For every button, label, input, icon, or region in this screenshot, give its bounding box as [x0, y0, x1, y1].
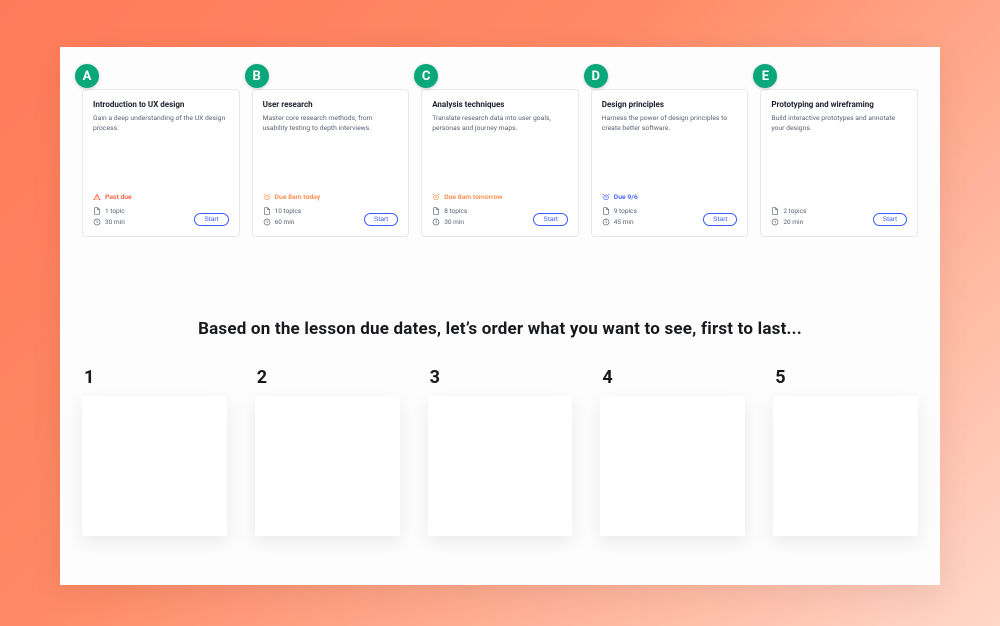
lesson-card-d[interactable]: D Design principles Harness the power of…: [591, 89, 749, 237]
document-icon: [93, 207, 101, 215]
card-badge: D: [584, 64, 608, 88]
start-button[interactable]: Start: [364, 213, 398, 226]
alarm-icon: [602, 193, 610, 201]
due-label: Due 9/6: [614, 193, 638, 201]
card-title: Design principles: [602, 100, 738, 110]
card-description: Harness the power of design principles t…: [602, 114, 738, 132]
clock-icon: [432, 218, 440, 226]
topics-label: 9 topics: [614, 207, 637, 215]
card-meta: 10 topics 60 min: [263, 207, 302, 226]
card-meta: 9 topics 45 min: [602, 207, 637, 226]
slot-dropzone[interactable]: [600, 396, 745, 536]
card-badge: C: [414, 64, 438, 88]
order-slots-row: 1 2 3 4 5: [82, 367, 918, 536]
slot-number: 3: [428, 367, 573, 388]
document-icon: [602, 207, 610, 215]
lesson-card-a[interactable]: A Introduction to UX design Gain a deep …: [82, 89, 240, 237]
card-title: Prototyping and wireframing: [771, 100, 907, 110]
start-button[interactable]: Start: [533, 213, 567, 226]
lesson-cards-row: A Introduction to UX design Gain a deep …: [82, 89, 918, 237]
canvas: A Introduction to UX design Gain a deep …: [60, 47, 940, 585]
card-description: Master core research methods, from usabi…: [263, 114, 399, 132]
card-meta: 8 topics 30 min: [432, 207, 467, 226]
slot-number: 1: [82, 367, 227, 388]
topics-label: 2 topics: [783, 207, 806, 215]
due-status: Past due: [93, 193, 229, 201]
document-icon: [263, 207, 271, 215]
slot-dropzone[interactable]: [255, 396, 400, 536]
card-badge: A: [75, 64, 99, 88]
order-slot-5[interactable]: 5: [773, 367, 918, 536]
order-slot-3[interactable]: 3: [428, 367, 573, 536]
slot-number: 5: [773, 367, 918, 388]
card-title: Analysis techniques: [432, 100, 568, 110]
card-meta: 1 topic 30 min: [93, 207, 125, 226]
card-description: Translate research data into user goals,…: [432, 114, 568, 132]
slot-dropzone[interactable]: [428, 396, 573, 536]
prompt-text: Based on the lesson due dates, let’s ord…: [60, 319, 940, 339]
topics-label: 8 topics: [444, 207, 467, 215]
due-status: Due 8am today: [263, 193, 399, 201]
duration-label: 60 min: [275, 218, 295, 226]
start-button[interactable]: Start: [873, 213, 907, 226]
duration-label: 30 min: [105, 218, 125, 226]
slot-dropzone[interactable]: [82, 396, 227, 536]
clock-icon: [263, 218, 271, 226]
slot-dropzone[interactable]: [773, 396, 918, 536]
card-badge: B: [245, 64, 269, 88]
topics-label: 10 topics: [275, 207, 302, 215]
due-status: Due 8am tomorrow: [432, 193, 568, 201]
card-description: Gain a deep understanding of the UX desi…: [93, 114, 229, 132]
start-button[interactable]: Start: [703, 213, 737, 226]
due-label: Past due: [105, 193, 132, 201]
start-button[interactable]: Start: [194, 213, 228, 226]
duration-label: 30 min: [444, 218, 464, 226]
lesson-card-c[interactable]: C Analysis techniques Translate research…: [421, 89, 579, 237]
card-meta: 2 topics 20 min: [771, 207, 806, 226]
clock-icon: [771, 218, 779, 226]
order-slot-4[interactable]: 4: [600, 367, 745, 536]
duration-label: 45 min: [614, 218, 634, 226]
clock-icon: [93, 218, 101, 226]
order-slot-1[interactable]: 1: [82, 367, 227, 536]
alarm-icon: [432, 193, 440, 201]
lesson-card-e[interactable]: E Prototyping and wireframing Build inte…: [760, 89, 918, 237]
document-icon: [432, 207, 440, 215]
card-title: User research: [263, 100, 399, 110]
slot-number: 4: [600, 367, 745, 388]
due-label: Due 8am tomorrow: [444, 193, 502, 201]
warning-icon: [93, 193, 101, 201]
card-badge: E: [753, 64, 777, 88]
slot-number: 2: [255, 367, 400, 388]
clock-icon: [602, 218, 610, 226]
card-description: Build interactive prototypes and annotat…: [771, 114, 907, 132]
document-icon: [771, 207, 779, 215]
due-status: Due 9/6: [602, 193, 738, 201]
card-title: Introduction to UX design: [93, 100, 229, 110]
duration-label: 20 min: [783, 218, 803, 226]
due-label: Due 8am today: [275, 193, 321, 201]
topics-label: 1 topic: [105, 207, 125, 215]
order-slot-2[interactable]: 2: [255, 367, 400, 536]
alarm-icon: [263, 193, 271, 201]
lesson-card-b[interactable]: B User research Master core research met…: [252, 89, 410, 237]
